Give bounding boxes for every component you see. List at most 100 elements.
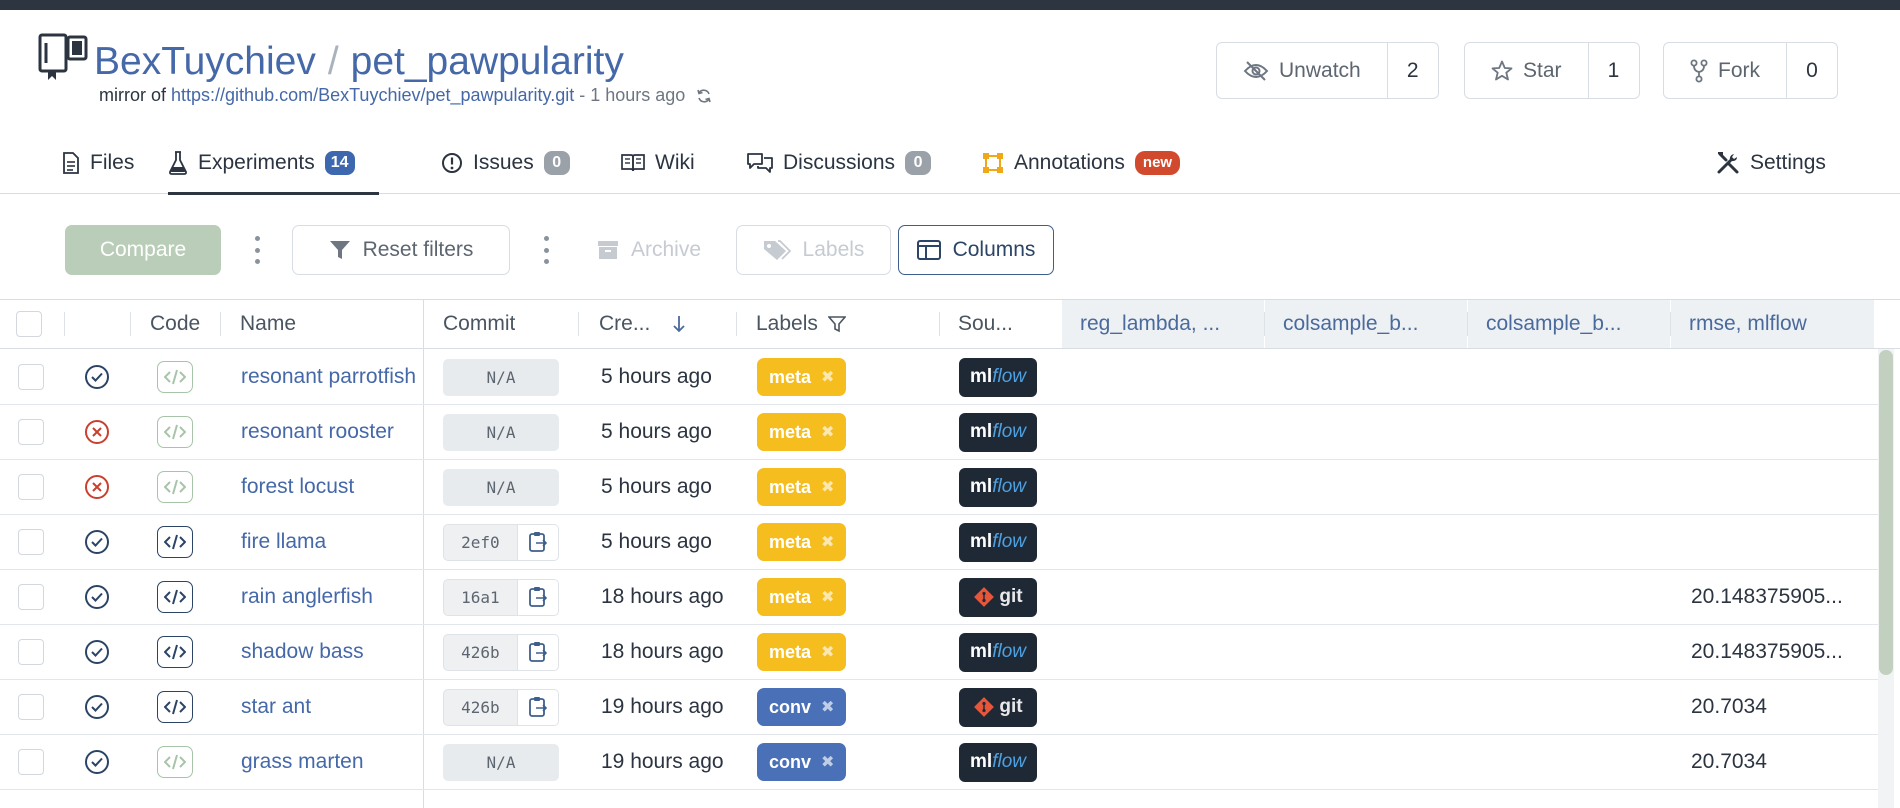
fork-button[interactable]: Fork 0 xyxy=(1663,42,1838,99)
star-button[interactable]: Star 1 xyxy=(1464,42,1640,99)
table-row[interactable]: resonant rooster N/A 5 hours ago meta ✖ m… xyxy=(0,405,1880,460)
copy-clipboard-icon[interactable] xyxy=(516,524,558,560)
remove-label-icon[interactable]: ✖ xyxy=(821,367,834,387)
tab-discussions[interactable]: Discussions 0 xyxy=(747,132,932,194)
column-header-name[interactable]: Name xyxy=(240,300,296,348)
remove-label-icon[interactable]: ✖ xyxy=(821,422,834,442)
column-header-reg-lambda[interactable]: reg_lambda, ... xyxy=(1062,300,1264,348)
row-checkbox[interactable] xyxy=(18,474,44,500)
label-chip[interactable]: meta ✖ xyxy=(757,578,847,616)
experiment-name-link[interactable]: rain anglerfish xyxy=(241,585,373,609)
row-checkbox[interactable] xyxy=(18,529,44,555)
flask-icon xyxy=(169,151,187,175)
column-header-code[interactable]: Code xyxy=(150,300,200,348)
remove-label-icon[interactable]: ✖ xyxy=(821,477,834,497)
sync-icon[interactable] xyxy=(696,88,712,104)
remove-label-icon[interactable]: ✖ xyxy=(821,532,834,552)
experiment-name-link[interactable]: forest locust xyxy=(241,475,354,499)
experiment-name-link[interactable]: star ant xyxy=(241,695,311,719)
label-chip[interactable]: conv ✖ xyxy=(757,688,847,726)
commit-hash[interactable]: 2ef0 xyxy=(443,523,559,561)
remove-label-icon[interactable]: ✖ xyxy=(821,642,834,662)
table-row[interactable]: grass marten N/A 19 hours ago conv ✖ ml fl… xyxy=(0,735,1880,790)
tab-wiki[interactable]: Wiki xyxy=(621,132,695,194)
table-row[interactable]: forest locust N/A 5 hours ago meta ✖ ml fl… xyxy=(0,460,1880,515)
tab-issues[interactable]: Issues 0 xyxy=(441,132,570,194)
column-header-commit[interactable]: Commit xyxy=(443,300,515,348)
experiment-name-link[interactable]: fire llama xyxy=(241,530,326,554)
label-chip[interactable]: conv ✖ xyxy=(757,743,847,781)
select-all-checkbox[interactable] xyxy=(16,311,42,337)
label-chip[interactable]: meta ✖ xyxy=(757,523,847,561)
table-row[interactable]: shadow bass 426b 18 hours ago meta ✖ ml fl… xyxy=(0,625,1880,680)
commit-hash[interactable]: 426b xyxy=(443,688,559,726)
remove-label-icon[interactable]: ✖ xyxy=(821,697,834,717)
copy-clipboard-icon[interactable] xyxy=(516,579,558,615)
row-checkbox[interactable] xyxy=(18,694,44,720)
row-checkbox[interactable] xyxy=(18,639,44,665)
created-time: 5 hours ago xyxy=(601,420,712,443)
commit-hash[interactable]: 16a1 xyxy=(443,578,559,616)
code-icon[interactable] xyxy=(157,636,193,668)
tab-files[interactable]: Files xyxy=(62,132,134,194)
row-checkbox[interactable] xyxy=(18,364,44,390)
code-icon[interactable] xyxy=(157,526,193,558)
commit-hash[interactable]: 426b xyxy=(443,633,559,671)
issue-icon xyxy=(442,153,462,173)
copy-clipboard-icon[interactable] xyxy=(516,634,558,670)
more-options-icon[interactable] xyxy=(253,236,261,264)
archive-button[interactable]: Archive xyxy=(584,225,714,275)
tab-experiments[interactable]: Experiments 14 xyxy=(168,132,379,195)
status-success-icon xyxy=(84,515,110,569)
status-success-icon xyxy=(84,680,110,734)
remove-label-icon[interactable]: ✖ xyxy=(821,587,834,607)
labels-button[interactable]: Labels xyxy=(736,225,891,275)
table-row[interactable]: star ant 426b 19 hours ago conv ✖ git 20.… xyxy=(0,680,1880,735)
repo-name-link[interactable]: pet_pawpularity xyxy=(351,40,624,83)
experiment-name-link[interactable]: resonant rooster xyxy=(241,420,394,444)
label-chip[interactable]: meta ✖ xyxy=(757,633,847,671)
column-header-created[interactable]: Cre... xyxy=(599,300,686,348)
column-header-colsample-1[interactable]: colsample_b... xyxy=(1265,300,1467,348)
filter-outline-icon[interactable] xyxy=(827,315,846,333)
sort-down-icon[interactable] xyxy=(672,315,686,333)
columns-button[interactable]: Columns xyxy=(898,225,1054,275)
table-scrollbar-thumb[interactable] xyxy=(1879,350,1893,675)
column-header-source[interactable]: Sou... xyxy=(958,300,1013,348)
column-header-rmse[interactable]: rmse, mlflow xyxy=(1671,300,1874,348)
fork-count[interactable]: 0 xyxy=(1787,43,1837,98)
label-chip[interactable]: meta ✖ xyxy=(757,413,847,451)
watch-button[interactable]: Unwatch 2 xyxy=(1216,42,1439,99)
reset-filters-button[interactable]: Reset filters xyxy=(292,225,510,275)
tab-annotations[interactable]: Annotations new xyxy=(982,132,1181,194)
commit-na: N/A xyxy=(443,358,559,396)
label-chip[interactable]: meta ✖ xyxy=(757,358,847,396)
label-chip[interactable]: meta ✖ xyxy=(757,468,847,506)
experiment-name-link[interactable]: shadow bass xyxy=(241,640,364,664)
row-checkbox[interactable] xyxy=(18,419,44,445)
code-icon[interactable] xyxy=(157,581,193,613)
column-header-colsample-2[interactable]: colsample_b... xyxy=(1468,300,1670,348)
mirror-url-link[interactable]: https://github.com/BexTuychiev/pet_pawpu… xyxy=(171,85,574,105)
experiment-name-link[interactable]: resonant parrotfish xyxy=(241,365,416,389)
tab-experiments-label: Experiments xyxy=(198,151,315,174)
more-options-icon-2[interactable] xyxy=(542,236,550,264)
copy-clipboard-icon[interactable] xyxy=(516,689,558,725)
table-header: Code Name Commit Cre... Labels Sou... re… xyxy=(0,299,1900,349)
experiment-name-link[interactable]: grass marten xyxy=(241,750,364,774)
tab-files-label: Files xyxy=(90,151,135,174)
table-row[interactable]: resonant parrotfish N/A 5 hours ago meta… xyxy=(0,350,1880,405)
watch-count[interactable]: 2 xyxy=(1388,43,1438,98)
compare-button[interactable]: Compare xyxy=(65,225,221,275)
code-icon[interactable] xyxy=(157,691,193,723)
repo-owner-link[interactable]: BexTuychiev xyxy=(94,40,316,83)
star-count[interactable]: 1 xyxy=(1589,43,1639,98)
table-row[interactable]: fire llama 2ef0 5 hours ago meta ✖ ml flow xyxy=(0,515,1880,570)
column-header-labels[interactable]: Labels xyxy=(756,300,846,348)
tab-settings[interactable]: Settings xyxy=(1716,132,1826,194)
row-checkbox[interactable] xyxy=(18,584,44,610)
remove-label-icon[interactable]: ✖ xyxy=(821,752,834,772)
row-checkbox[interactable] xyxy=(18,749,44,775)
table-row[interactable]: rain anglerfish 16a1 18 hours ago meta ✖ … xyxy=(0,570,1880,625)
label-text: meta xyxy=(769,641,812,662)
